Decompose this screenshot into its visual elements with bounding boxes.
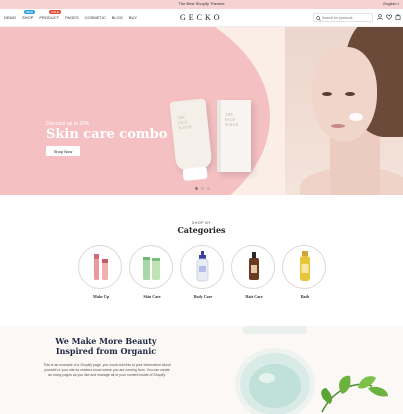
sale-badge: SALE bbox=[49, 10, 62, 14]
tube-label: THE FACE SCRUB bbox=[176, 114, 192, 131]
about-text: This is an example of a Shopify page, yo… bbox=[43, 363, 171, 377]
skin-care-tubes-icon bbox=[143, 257, 160, 280]
hero-slider: THE FACE SCRUB THE FACE SCRUB Discount up to… bbox=[0, 27, 403, 195]
slider-dot[interactable] bbox=[195, 187, 198, 190]
category-label: Bath bbox=[300, 294, 310, 299]
cart-icon[interactable] bbox=[395, 14, 401, 20]
category-label: Skin Care bbox=[143, 294, 161, 299]
product-tube-image: THE FACE SCRUB bbox=[169, 98, 213, 182]
nav-item-shop[interactable]: NEW SHOP bbox=[22, 10, 35, 20]
product-box-image: THE FACE SCRUB bbox=[217, 100, 251, 172]
nav-item-blog[interactable]: BLOG bbox=[112, 15, 123, 20]
nav-item-label: PAGES bbox=[65, 15, 79, 20]
hero-headline: Skin care combo bbox=[46, 127, 168, 142]
nav-item-pages[interactable]: PAGES bbox=[65, 15, 79, 20]
model-lips bbox=[331, 124, 345, 128]
lotion-bottle-icon bbox=[196, 251, 209, 282]
nav-item-label: SHOP bbox=[22, 15, 34, 20]
search-input[interactable] bbox=[322, 15, 372, 21]
category-hair-care[interactable]: Hair Care bbox=[231, 245, 277, 299]
nav-item-label: BLOG bbox=[111, 15, 123, 20]
category-image bbox=[78, 245, 122, 289]
category-label: Make Up bbox=[93, 294, 109, 299]
nav-item-label: PRODUCT bbox=[39, 15, 60, 20]
lip-gloss-icon bbox=[94, 254, 108, 280]
announcement-text: The Best Shopify Themes bbox=[178, 1, 225, 6]
language-selector[interactable]: English▾ bbox=[383, 1, 399, 6]
nav-item-label: BUY bbox=[128, 15, 138, 20]
site-header: DEMO NEW SHOP SALE PRODUCT PAGES COSMETIC … bbox=[0, 9, 403, 27]
nav-item-label: DEMO bbox=[4, 15, 16, 20]
model-eye bbox=[345, 92, 355, 96]
cream-jar-image bbox=[235, 326, 315, 414]
nav-item-product[interactable]: SALE PRODUCT bbox=[39, 10, 62, 20]
box-label: THE FACE SCRUB bbox=[225, 112, 239, 127]
categories-title: Categories bbox=[177, 225, 226, 235]
category-label: Body Care bbox=[193, 294, 213, 299]
slider-dots bbox=[195, 187, 210, 190]
nav-item-demo[interactable]: DEMO bbox=[4, 15, 16, 20]
category-skin-care[interactable]: Skin Care bbox=[129, 245, 175, 299]
face-cream-dab bbox=[349, 113, 363, 121]
announcement-bar: The Best Shopify Themes English▾ bbox=[0, 0, 403, 9]
main-nav: DEMO NEW SHOP SALE PRODUCT PAGES COSMETIC … bbox=[4, 10, 143, 20]
category-body-care[interactable]: Body Care bbox=[180, 245, 226, 299]
model-eye bbox=[322, 92, 332, 96]
search-icon bbox=[316, 15, 321, 21]
about-title: We Make More Beauty Inspired from Organi… bbox=[55, 336, 157, 356]
tube-cap bbox=[182, 166, 208, 182]
category-bath[interactable]: Bath bbox=[282, 245, 328, 299]
category-image bbox=[129, 245, 173, 289]
category-make-up[interactable]: Make Up bbox=[78, 245, 124, 299]
nav-item-buy[interactable]: BUY bbox=[129, 15, 137, 20]
shop-now-button[interactable]: Shop Now bbox=[46, 146, 80, 156]
nav-item-cosmetic[interactable]: COSMETIC bbox=[85, 15, 106, 20]
category-image bbox=[180, 245, 224, 289]
category-image bbox=[231, 245, 275, 289]
category-label: Hair Care bbox=[245, 294, 263, 299]
nav-item-label: COSMETIC bbox=[84, 15, 106, 20]
new-badge: NEW bbox=[24, 10, 35, 14]
hair-oil-bottle-icon bbox=[249, 252, 259, 280]
category-list: Make Up Skin Care Body Care Hair Care Ba… bbox=[78, 245, 328, 305]
category-image bbox=[282, 245, 326, 289]
account-icon[interactable] bbox=[377, 14, 383, 20]
slider-dot[interactable] bbox=[201, 187, 204, 190]
about-section: We Make More Beauty Inspired from Organi… bbox=[0, 326, 403, 414]
language-label: English bbox=[383, 1, 397, 6]
wishlist-icon[interactable] bbox=[386, 14, 392, 20]
site-logo[interactable]: GECKO bbox=[180, 13, 223, 22]
search-box[interactable] bbox=[313, 13, 373, 22]
slider-dot[interactable] bbox=[207, 187, 210, 190]
chevron-down-icon: ▾ bbox=[397, 2, 399, 6]
bath-oil-bottle-icon bbox=[300, 251, 310, 281]
leaf-decoration-icon bbox=[321, 375, 388, 413]
